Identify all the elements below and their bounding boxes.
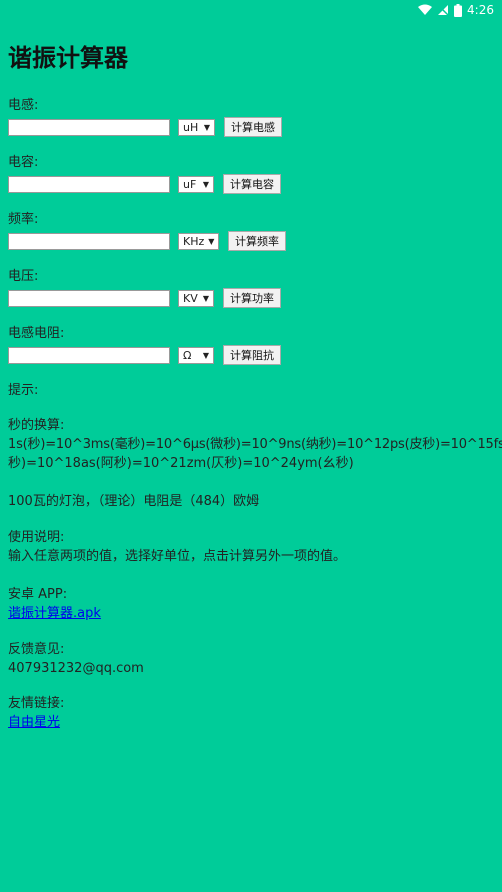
hint-label: 提示: xyxy=(8,383,39,398)
resistance-field: 电感电阻: Ω ▼ 计算阻抗 xyxy=(8,326,281,365)
voltage-unit-value: KV xyxy=(183,291,198,305)
voltage-input[interactable] xyxy=(8,289,170,307)
resistance-label: 电感电阻: xyxy=(8,326,65,341)
resistance-unit-value: Ω xyxy=(183,348,192,362)
usage-section: 使用说明: 输入任意两项的值，选择好单位，点击计算另外一项的值。 xyxy=(8,528,494,566)
inductance-field: 电感: uH ▼ 计算电感 xyxy=(8,98,282,137)
friends-section: 友情链接: 自由星光 xyxy=(8,694,494,732)
feedback-label: 反馈意见: xyxy=(8,642,65,657)
chevron-down-icon: ▼ xyxy=(202,293,209,303)
chevron-down-icon: ▼ xyxy=(208,236,215,246)
chevron-down-icon: ▼ xyxy=(202,350,209,360)
resistance-unit-select[interactable]: Ω ▼ xyxy=(178,346,214,364)
voltage-unit-select[interactable]: KV ▼ xyxy=(178,289,214,307)
frequency-unit-select[interactable]: KHz ▼ xyxy=(178,232,219,250)
inductance-unit-value: uH xyxy=(183,120,199,134)
capacitance-field: 电容: uF ▼ 计算电容 xyxy=(8,155,281,194)
usage-label: 使用说明: xyxy=(8,530,65,545)
chevron-down-icon: ▼ xyxy=(203,122,210,132)
voltage-field: 电压: KV ▼ 计算功率 xyxy=(8,269,281,308)
android-label: 安卓 APP: xyxy=(8,587,68,602)
chevron-down-icon: ▼ xyxy=(202,179,209,189)
calc-capacitance-button[interactable]: 计算电容 xyxy=(223,174,281,194)
battery-icon xyxy=(454,3,463,17)
status-time: 4:26 xyxy=(467,3,494,17)
inductance-unit-select[interactable]: uH ▼ xyxy=(178,118,215,136)
calc-impedance-button[interactable]: 计算阻抗 xyxy=(223,345,281,365)
seconds-section: 秒的换算: 1s(秒)=10^3ms(毫秒)=10^6μs(微秒)=10^9ns… xyxy=(8,416,502,473)
seconds-label: 秒的换算: xyxy=(8,418,65,433)
voltage-label: 电压: xyxy=(8,269,39,284)
frequency-label: 频率: xyxy=(8,212,39,227)
android-section: 安卓 APP: 谐振计算器.apk xyxy=(8,585,494,623)
frequency-unit-value: KHz xyxy=(183,234,205,248)
friends-label: 友情链接: xyxy=(8,696,65,711)
capacitance-input[interactable] xyxy=(8,175,170,193)
resistance-input[interactable] xyxy=(8,346,170,364)
bulb-note: 100瓦的灯泡，（理论）电阻是（484）欧姆 xyxy=(8,494,260,509)
seconds-line-1: 1s(秒)=10^3ms(毫秒)=10^6μs(微秒)=10^9ns(纳秒)=1… xyxy=(8,437,502,452)
feedback-section: 反馈意见: 407931232@qq.com xyxy=(8,640,494,678)
apk-download-link[interactable]: 谐振计算器.apk xyxy=(8,606,101,621)
usage-text: 输入任意两项的值，选择好单位，点击计算另外一项的值。 xyxy=(8,549,347,564)
feedback-email: 407931232@qq.com xyxy=(8,661,144,676)
inductance-label: 电感: xyxy=(8,98,39,113)
calc-frequency-button[interactable]: 计算频率 xyxy=(228,231,286,251)
inductance-input[interactable] xyxy=(8,118,170,136)
capacitance-unit-select[interactable]: uF ▼ xyxy=(178,175,214,193)
frequency-field: 频率: KHz ▼ 计算频率 xyxy=(8,212,286,251)
capacitance-unit-value: uF xyxy=(183,177,197,191)
capacitance-label: 电容: xyxy=(8,155,39,170)
page-title: 谐振计算器 xyxy=(8,44,128,72)
status-bar: 4:26 xyxy=(0,0,502,20)
no-sim-icon xyxy=(437,4,449,16)
calc-inductance-button[interactable]: 计算电感 xyxy=(224,117,282,137)
friend-link[interactable]: 自由星光 xyxy=(8,715,60,730)
frequency-input[interactable] xyxy=(8,232,170,250)
seconds-line-2: 秒)=10^18as(阿秒)=10^21zm(仄秒)=10^24ym(幺秒) xyxy=(8,456,354,471)
calc-power-button[interactable]: 计算功率 xyxy=(223,288,281,308)
wifi-icon xyxy=(418,4,433,16)
